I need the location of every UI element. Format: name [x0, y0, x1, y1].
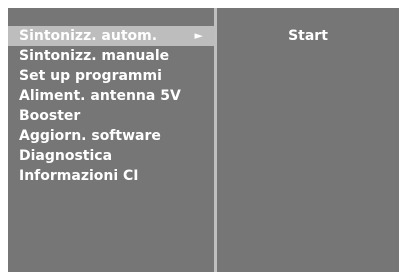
submenu-panel: Start: [217, 8, 399, 272]
setup-menu-list: Sintonizz. autom. ► Sintonizz. manuale S…: [8, 26, 214, 186]
setup-menu-panel: Sintonizz. autom. ► Sintonizz. manuale S…: [8, 8, 214, 272]
menu-item-booster[interactable]: Booster: [8, 106, 214, 126]
menu-item-set-up-programmi[interactable]: Set up programmi: [8, 66, 214, 86]
start-option[interactable]: Start: [217, 26, 399, 46]
menu-item-diagnostica[interactable]: Diagnostica: [8, 146, 214, 166]
menu-item-label: Diagnostica: [19, 148, 113, 164]
menu-item-informazioni-ci[interactable]: Informazioni CI: [8, 166, 214, 186]
menu-item-sintonizz-autom[interactable]: Sintonizz. autom. ►: [8, 26, 214, 46]
menu-item-label: Informazioni CI: [19, 168, 139, 184]
menu-item-label: Aliment. antenna 5V: [19, 88, 181, 104]
menu-item-aliment-antenna[interactable]: Aliment. antenna 5V: [8, 86, 214, 106]
tv-menu-screen: Sintonizz. autom. ► Sintonizz. manuale S…: [8, 8, 399, 272]
menu-item-sintonizz-manuale[interactable]: Sintonizz. manuale: [8, 46, 214, 66]
menu-item-label: Sintonizz. autom.: [19, 28, 158, 44]
menu-item-label: Booster: [19, 108, 81, 124]
menu-item-label: Set up programmi: [19, 68, 162, 84]
triangle-right-icon: ►: [194, 29, 203, 42]
menu-item-label: Sintonizz. manuale: [19, 48, 170, 64]
menu-item-label: Aggiorn. software: [19, 128, 161, 144]
menu-item-aggiorn-software[interactable]: Aggiorn. software: [8, 126, 214, 146]
